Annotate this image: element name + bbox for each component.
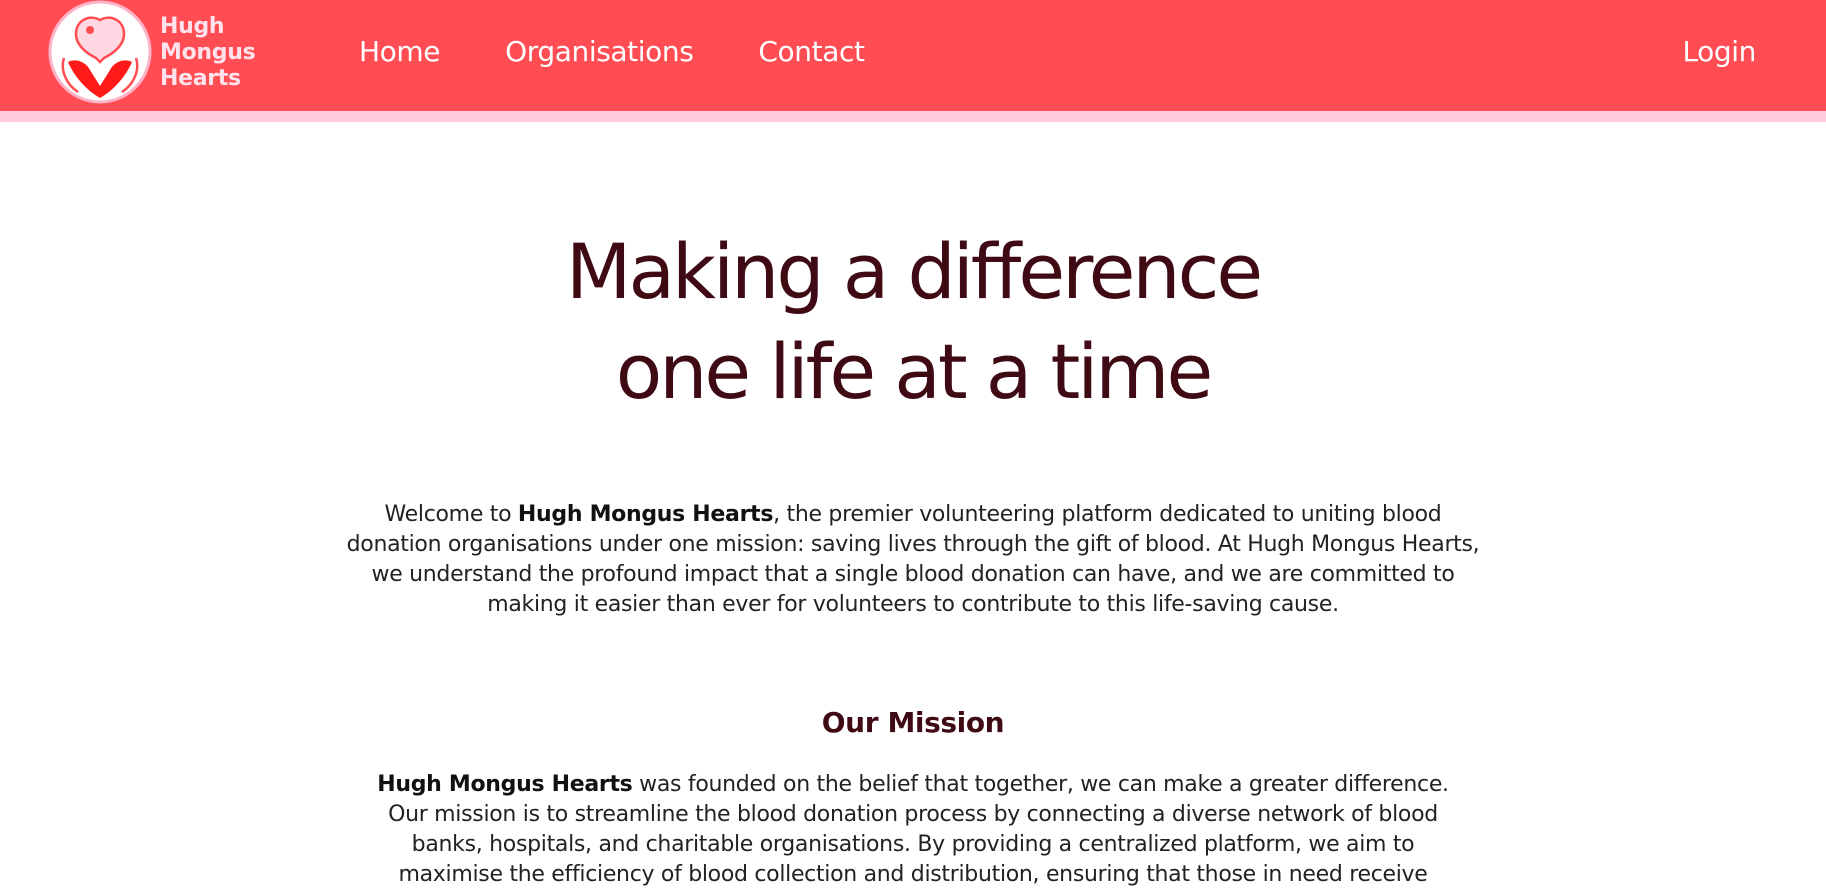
header-accent-stripe [0,111,1826,122]
main-nav: Home Organisations Contact [359,0,930,103]
nav-organisations-link[interactable]: Organisations [505,35,694,68]
intro-prefix: Welcome to [384,502,518,527]
intro-paragraph: Welcome to Hugh Mongus Hearts, the premi… [343,500,1483,620]
heart-hand-logo-icon [48,0,152,104]
hero-title: Making a difference one life at a time [0,222,1826,422]
hero-title-line2: one life at a time [615,327,1213,416]
brand-name-line1: Hugh [160,14,225,39]
mission-brand-name: Hugh Mongus Hearts [377,772,633,797]
hero-title-line1: Making a difference [565,227,1263,316]
site-header: Hugh Mongus Hearts Home Organisations Co… [0,0,1826,111]
intro-brand-name: Hugh Mongus Hearts [517,502,774,527]
mission-paragraph: Hugh Mongus Hearts was founded on the be… [363,770,1463,889]
mission-heading: Our Mission [821,706,1005,739]
nav-contact-link[interactable]: Contact [758,35,865,68]
login-link[interactable]: Login [1682,0,1756,103]
brand-name-line3: Hearts [160,66,241,91]
nav-home-link[interactable]: Home [359,35,440,68]
brand-name: Hugh Mongus Hearts [160,14,256,92]
main-content: Making a difference one life at a time W… [0,122,1826,889]
home-logo-link[interactable]: Hugh Mongus Hearts [46,0,266,106]
brand-name-line2: Mongus [160,40,256,65]
